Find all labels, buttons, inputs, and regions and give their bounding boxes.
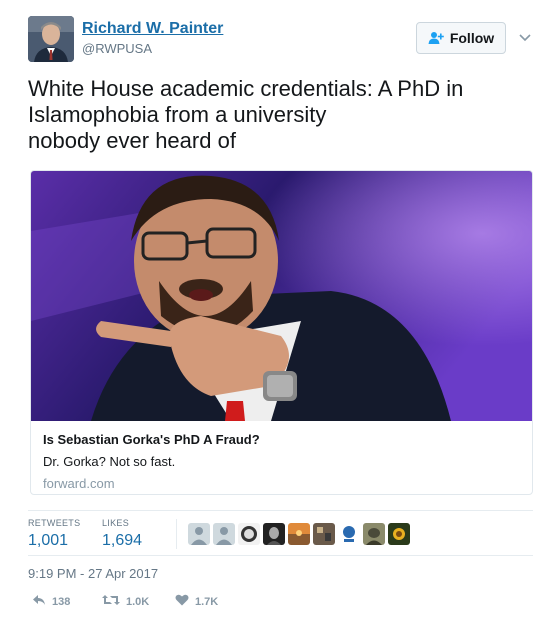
avatar[interactable] (28, 16, 74, 62)
liker-avatar[interactable] (313, 523, 335, 545)
reply-count: 138 (52, 595, 71, 608)
liker-avatar[interactable] (213, 523, 235, 545)
add-user-icon (428, 31, 444, 45)
reply-button[interactable]: 138 (32, 594, 70, 609)
liker-avatar[interactable] (263, 523, 285, 545)
reply-icon (32, 594, 46, 609)
tweet-text-line: White House academic credentials: A PhD … (28, 76, 464, 101)
card-body: Is Sebastian Gorka's PhD A Fraud? Dr. Go… (31, 421, 532, 494)
retweets-stat[interactable]: RETWEETS 1,001 (28, 518, 80, 551)
retweets-label: RETWEETS (28, 518, 81, 528)
author-names: Richard W. Painter @RWPUSA (82, 19, 223, 58)
link-card[interactable]: Is Sebastian Gorka's PhD A Fraud? Dr. Go… (30, 170, 533, 495)
like-count: 1.7K (195, 595, 219, 608)
card-image[interactable] (31, 171, 532, 421)
tweet-actions: 138 1.0K 1.7K (28, 594, 328, 614)
retweets-count: 1,001 (28, 532, 69, 549)
tweet-text: White House academic credentials: A PhD … (28, 76, 533, 154)
chevron-down-icon[interactable] (518, 30, 532, 44)
tweet-timestamp[interactable]: 9:19 PM - 27 Apr 2017 (28, 566, 158, 581)
card-description: Dr. Gorka? Not so fast. (43, 454, 176, 469)
likes-label: LIKES (102, 518, 130, 528)
tweet-text-line: nobody ever heard of (28, 128, 236, 153)
liker-avatar[interactable] (388, 523, 410, 545)
card-title[interactable]: Is Sebastian Gorka's PhD A Fraud? (43, 431, 520, 449)
like-button[interactable]: 1.7K (175, 594, 218, 609)
liker-avatar[interactable] (238, 523, 260, 545)
liker-avatar[interactable] (363, 523, 385, 545)
follow-button[interactable]: Follow (416, 22, 506, 54)
tweet-text-line: Islamophobia from a university (28, 102, 327, 127)
author-handle[interactable]: @RWPUSA (82, 40, 223, 58)
heart-icon (175, 594, 189, 609)
stats-divider (176, 519, 177, 549)
retweet-icon (102, 594, 120, 609)
liker-avatar[interactable] (188, 523, 210, 545)
retweet-count: 1.0K (126, 595, 150, 608)
liker-avatars (188, 523, 410, 547)
retweet-button[interactable]: 1.0K (102, 594, 149, 609)
tweet-stats: RETWEETS 1,001 LIKES 1,694 (28, 510, 533, 556)
card-domain[interactable]: forward.com (43, 475, 520, 493)
likes-stat[interactable]: LIKES 1,694 (102, 518, 142, 551)
author-display-name[interactable]: Richard W. Painter (82, 19, 223, 39)
liker-avatar[interactable] (288, 523, 310, 545)
follow-button-label: Follow (449, 30, 495, 46)
tweet-header: Richard W. Painter @RWPUSA Follow (28, 16, 538, 66)
likes-count: 1,694 (102, 532, 143, 549)
liker-avatar[interactable] (338, 523, 360, 545)
